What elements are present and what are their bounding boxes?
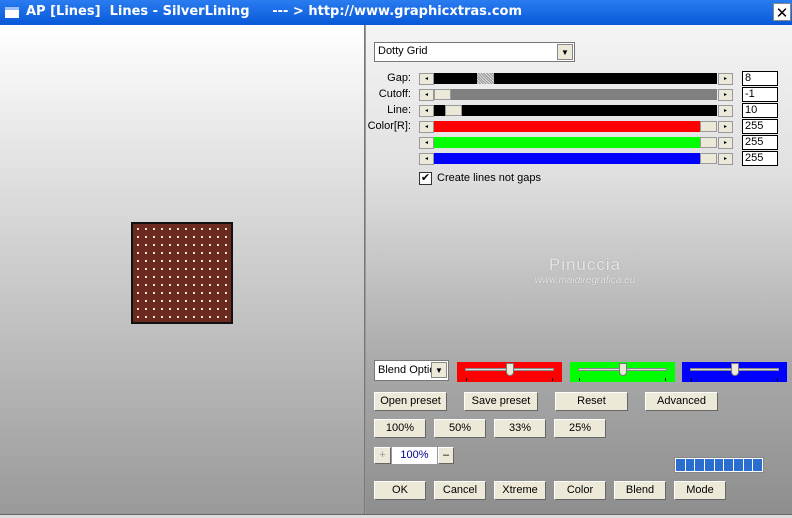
progress-segment xyxy=(685,459,695,471)
slider-thumb[interactable] xyxy=(700,137,717,148)
color-slider[interactable] xyxy=(570,362,675,382)
slider-label: Line: xyxy=(387,104,411,116)
progress-segment xyxy=(743,459,753,471)
slider-thumb[interactable] xyxy=(731,363,739,376)
slider-left-arrow-icon[interactable]: ◂ xyxy=(419,137,434,149)
preset-select[interactable]: Dotty Grid ▼ xyxy=(374,42,575,62)
slider-thumb[interactable] xyxy=(700,153,717,164)
slider-thumb[interactable] xyxy=(445,105,462,116)
progress-segment xyxy=(753,459,763,471)
slider-value-field[interactable]: 255 xyxy=(742,151,778,166)
slider-left-arrow-icon[interactable]: ◂ xyxy=(419,121,434,133)
ok-button[interactable]: OK xyxy=(374,481,426,500)
mode-button[interactable]: Mode xyxy=(674,481,726,500)
cancel-button[interactable]: Cancel xyxy=(434,481,486,500)
window-title: AP [Lines] Lines - SilverLining --- > ht… xyxy=(26,4,523,19)
slider-track[interactable] xyxy=(434,137,700,148)
slider-label: Cutoff: xyxy=(378,88,411,100)
blend-select-value: Blend Optio xyxy=(378,364,432,376)
tick xyxy=(466,378,467,381)
slider-right-arrow-icon[interactable]: ▸ xyxy=(718,121,733,133)
bottom-border xyxy=(0,514,792,518)
zoom-100-button[interactable]: 100% xyxy=(374,419,426,438)
progress-segment xyxy=(705,459,714,471)
color-slider[interactable] xyxy=(682,362,787,382)
color-slider[interactable] xyxy=(457,362,562,382)
tick xyxy=(777,378,778,381)
tick xyxy=(665,378,666,381)
slider-thumb[interactable] xyxy=(700,121,717,132)
slider-track[interactable] xyxy=(434,105,717,116)
slider-track[interactable] xyxy=(434,121,700,132)
color-button[interactable]: Color xyxy=(554,481,606,500)
tick xyxy=(579,378,580,381)
progress-segment xyxy=(714,459,724,471)
blend-options-select[interactable]: Blend Optio ▼ xyxy=(374,360,449,381)
xtreme-button[interactable]: Xtreme xyxy=(494,481,546,500)
slider-left-arrow-icon[interactable]: ◂ xyxy=(419,73,434,85)
zoom-field[interactable]: 100% xyxy=(392,447,437,464)
slider-right-arrow-icon[interactable]: ▸ xyxy=(718,73,733,85)
progress-segment xyxy=(734,459,743,471)
slider-left-arrow-icon[interactable]: ◂ xyxy=(419,105,434,117)
slider-value-field[interactable]: 8 xyxy=(742,71,778,86)
create-lines-checkbox[interactable]: ✔ xyxy=(419,172,432,185)
slider-value-field[interactable]: -1 xyxy=(742,87,778,102)
slider-thumb[interactable] xyxy=(506,363,514,376)
create-lines-label: Create lines not gaps xyxy=(437,172,541,184)
slider-right-arrow-icon[interactable]: ▸ xyxy=(718,105,733,117)
progress-segment xyxy=(724,459,734,471)
slider-left-arrow-icon[interactable]: ◂ xyxy=(419,89,434,101)
watermark-url: www.maidiregrafica.eu xyxy=(534,275,636,286)
preset-select-value: Dotty Grid xyxy=(378,45,428,57)
progress-segment xyxy=(676,459,685,471)
zoom-25-button[interactable]: 25% xyxy=(554,419,606,438)
blend-button[interactable]: Blend xyxy=(614,481,666,500)
slider-label: Color[R]: xyxy=(367,120,411,132)
slider-value-field[interactable]: 255 xyxy=(742,135,778,150)
slider-track[interactable] xyxy=(434,153,700,164)
slider-thumb[interactable] xyxy=(619,363,627,376)
chevron-down-icon[interactable]: ▼ xyxy=(431,362,447,378)
preview-image xyxy=(131,222,233,324)
slider-value-field[interactable]: 10 xyxy=(742,103,778,118)
reset-button[interactable]: Reset xyxy=(555,392,628,411)
progress-bar xyxy=(674,457,764,473)
advanced-button[interactable]: Advanced xyxy=(645,392,718,411)
save-preset-button[interactable]: Save preset xyxy=(464,392,538,411)
slider-value-field[interactable]: 255 xyxy=(742,119,778,134)
slider-thumb[interactable] xyxy=(434,89,451,100)
watermark-name: Pinuccia xyxy=(548,255,622,274)
slider-label: Gap: xyxy=(387,72,411,84)
slider-left-arrow-icon[interactable]: ◂ xyxy=(419,153,434,165)
title-bar: AP [Lines] Lines - SilverLining --- > ht… xyxy=(0,0,792,25)
slider-track[interactable] xyxy=(434,89,717,100)
tick xyxy=(552,378,553,381)
progress-segment xyxy=(695,459,705,471)
slider-right-arrow-icon[interactable]: ▸ xyxy=(718,153,733,165)
zoom-in-button[interactable]: + xyxy=(374,447,391,464)
slider-right-arrow-icon[interactable]: ▸ xyxy=(718,137,733,149)
zoom-out-button[interactable]: – xyxy=(438,447,454,464)
app-icon xyxy=(5,7,19,18)
close-button[interactable]: ✕ xyxy=(773,3,791,22)
slider-thumb[interactable] xyxy=(477,73,494,84)
chevron-down-icon[interactable]: ▼ xyxy=(557,44,573,60)
open-preset-button[interactable]: Open preset xyxy=(374,392,447,411)
zoom-50-button[interactable]: 50% xyxy=(434,419,486,438)
tick xyxy=(691,378,692,381)
zoom-33-button[interactable]: 33% xyxy=(494,419,546,438)
watermark: Pinuccia www.maidiregrafica.eu xyxy=(480,255,690,286)
slider-right-arrow-icon[interactable]: ▸ xyxy=(718,89,733,101)
